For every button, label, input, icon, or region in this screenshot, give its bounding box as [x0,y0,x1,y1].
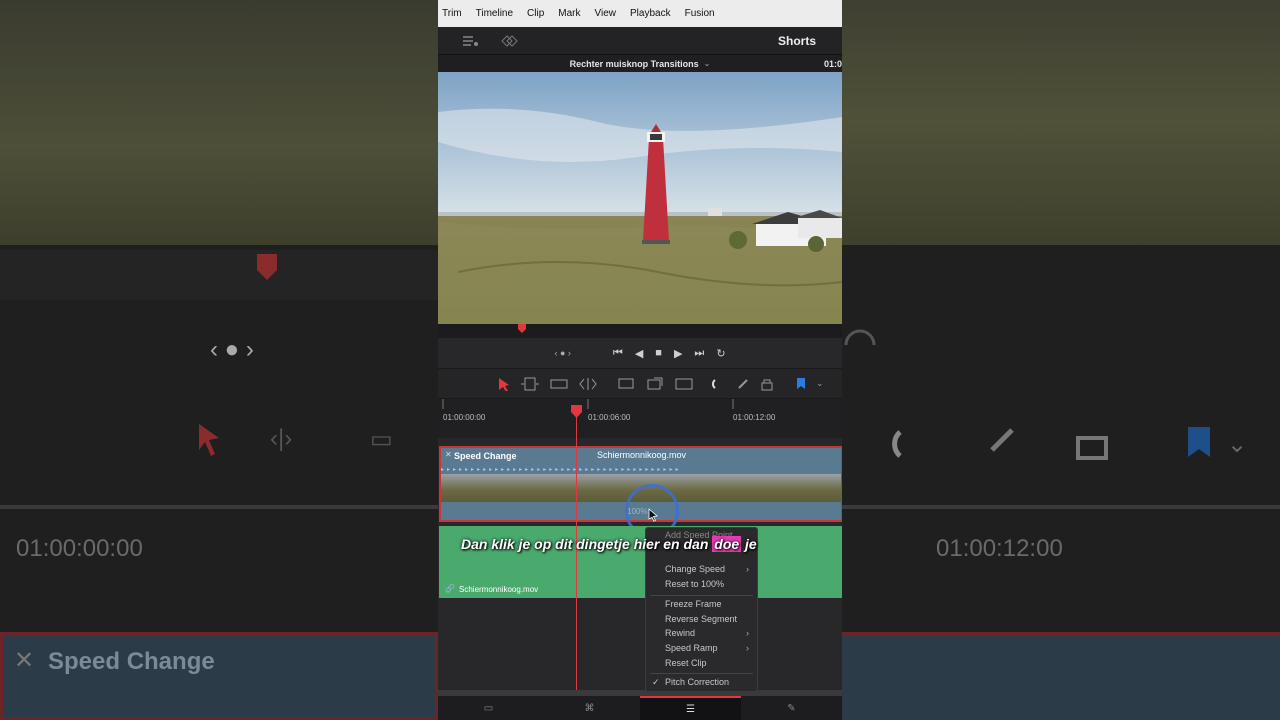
transport-controls: ‹ ● › ⏮ ◀ ■ ▶ ⏭ ↻ [438,338,842,368]
menu-item-speed-ramp[interactable]: Speed Ramp [665,643,718,653]
snapping-icon [892,430,902,458]
bg-timecode: 01:00:00:00 [16,535,143,562]
snapping-icon[interactable] [712,377,726,391]
background-left: ‹ ● › ‹|› ▭ 01:00:00:00 ✕ Speed Change [0,0,438,720]
bg-timecode-right: 01:00:12:00 [936,535,1063,562]
viewer-header: Rechter muisknop Transitions ⌄ 01:0 [438,55,842,72]
resolve-window: Trim Timeline Clip Mark View Playback Fu… [438,0,842,720]
insert-clip-icon[interactable] [616,377,636,391]
audio-meter-icon[interactable] [462,34,480,48]
jump-end-icon[interactable]: ⏭ [694,347,704,360]
clip-title: Speed Change [454,451,517,461]
top-toolbar: Shorts [438,27,842,55]
menu-item-reverse-segment[interactable]: Reverse Segment [665,614,737,624]
effects-icon[interactable] [500,34,518,48]
scrubber-playhead-icon[interactable] [518,324,526,334]
blade-edit-icon[interactable] [550,377,568,391]
edit-toolbar: ⌄ [438,368,842,398]
selection-tool-icon[interactable] [498,377,510,391]
bg-clip-name: Speed Change [48,648,215,675]
overwrite-clip-icon[interactable] [646,377,664,391]
menu-trim[interactable]: Trim [442,8,462,19]
mouse-cursor-icon [648,508,658,522]
caption-text: Dan klik je op dit dingetje hier en dan [461,536,713,552]
workspace-title: Shorts [777,33,816,48]
caption-tail: je [741,536,757,552]
menu-separator [650,595,753,596]
close-icon[interactable]: ✕ [445,450,452,459]
ruler-label: 01:00:06:00 [588,413,631,422]
menu-item-rewind[interactable]: Rewind [665,628,695,638]
stop-icon[interactable]: ■ [655,347,662,359]
menu-view[interactable]: View [595,8,617,19]
page-navigation: ▭ ⌘ ☰ ✎ [438,696,842,720]
chevron-down-icon: ⌄ [1227,431,1248,458]
link-icon [990,428,1014,452]
menu-item-change-speed[interactable]: Change Speed [665,564,725,574]
replace-clip-icon[interactable] [674,377,694,391]
ruler-ticks [442,399,734,409]
nav-arrows-icon: ‹ ● › [210,336,254,363]
clip-source-name: Schiermonnikoog.mov [597,450,687,460]
chevron-right-icon: › [746,628,749,638]
menu-separator [650,673,753,674]
caption-overlay: Dan klik je op dit dingetje hier en dan … [461,536,757,552]
blade-tool-icon: ▭ [370,426,393,453]
video-clip[interactable]: ✕ Speed Change Schiermonnikoog.mov ▸▸▸▸▸… [439,446,842,538]
lock-icon [1076,436,1108,460]
timeline-empty-area[interactable] [438,598,842,690]
chevron-down-icon[interactable]: ⌄ [704,59,711,68]
lock-icon[interactable] [760,377,774,391]
page-cut-icon[interactable]: ⌘ [539,696,640,720]
trim-edit-icon[interactable] [520,377,540,391]
loop-icon[interactable]: ↻ [716,347,725,360]
link-icon: 🔗 [445,584,455,593]
trim-tool-icon: ‹|› [270,425,293,452]
timeline-ruler[interactable]: 01:00:00:00 01:00:06:00 01:00:12:00 [438,398,842,438]
close-icon: ✕ [14,647,35,674]
page-fusion-icon[interactable]: ✎ [741,696,842,720]
menu-item-reset-clip[interactable]: Reset Clip [665,658,707,668]
menu-item-reset[interactable]: Reset to 100% [665,579,724,589]
viewer-image[interactable] [438,72,842,324]
viewer-scrubber[interactable] [438,324,842,338]
menu-timeline[interactable]: Timeline [476,8,513,19]
menu-playback[interactable]: Playback [630,8,671,19]
caption-highlight: doe [712,536,742,552]
link-icon[interactable] [736,377,750,391]
audio-clip-name: Schiermonnikoog.mov [459,585,539,594]
jump-start-icon[interactable]: ⏮ [613,347,623,360]
menu-clip[interactable]: Clip [527,8,544,19]
ruler-label: 01:00:12:00 [733,413,776,422]
chevron-down-icon[interactable]: ⌄ [816,378,824,389]
loop-icon [844,329,876,346]
chevron-right-icon: › [746,643,749,653]
page-edit-icon[interactable]: ☰ [640,696,741,720]
page-media-icon[interactable]: ▭ [438,696,539,720]
jog-control-icon[interactable]: ‹ ● › [554,348,570,358]
speed-arrows: ▸▸▸▸▸▸▸▸▸▸▸▸▸▸▸▸▸▸▸▸▸▸▸▸▸▸▸▸▸▸▸▸▸▸▸▸▸▸▸▸ [441,467,682,472]
playhead-marker-icon [257,254,277,280]
viewer-timecode: 01:0 [823,58,842,69]
flag-icon [1188,427,1210,457]
timeline-name-dropdown[interactable]: Rechter muisknop Transitions [570,59,699,69]
menu-mark[interactable]: Mark [558,8,580,19]
background-right: ⌄ 01:00:12:00 [842,0,1280,720]
menu-item-pitch-correction[interactable]: Pitch Correction [665,677,729,687]
lighthouse-image [438,72,842,324]
flag-icon[interactable] [796,377,806,391]
checkmark-icon: ✓ [652,677,660,687]
play-reverse-icon[interactable]: ◀ [635,347,643,360]
play-icon[interactable]: ▶ [674,347,682,360]
chevron-right-icon: › [746,564,749,574]
ruler-label: 01:00:00:00 [443,413,486,422]
menu-bar: Trim Timeline Clip Mark View Playback Fu… [438,0,842,27]
dynamic-trim-icon[interactable] [578,377,598,391]
menu-item-freeze-frame[interactable]: Freeze Frame [665,599,722,609]
playhead-handle-icon[interactable] [570,405,583,419]
menu-fusion[interactable]: Fusion [685,8,715,19]
